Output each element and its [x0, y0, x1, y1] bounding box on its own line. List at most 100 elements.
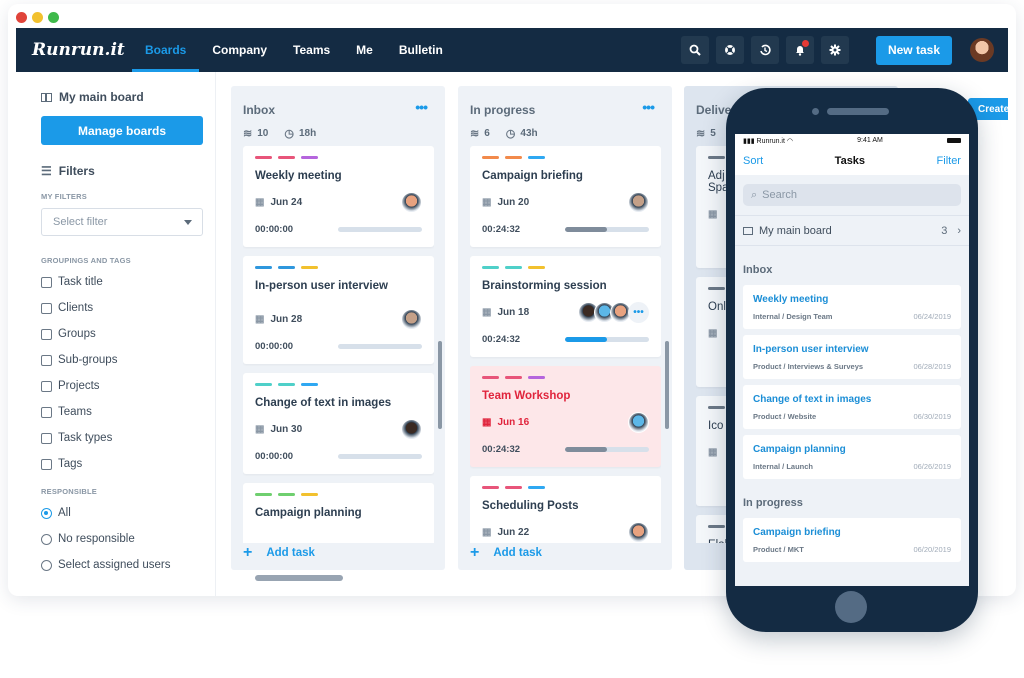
phone-task-date: 06/30/2019 [913, 412, 951, 421]
column-title: In progress [470, 103, 536, 117]
plus-icon: + [243, 544, 253, 561]
calendar-icon: ▦ [482, 527, 492, 538]
task-card[interactable]: Team Workshop ▦ Jun 16 00:24:32 [470, 366, 661, 467]
calendar-check-icon: ▦ [708, 209, 718, 220]
card-assignees [401, 192, 422, 213]
assignee-avatar[interactable] [628, 412, 649, 433]
card-title: Campaign briefing [482, 170, 583, 182]
grouping-checkbox[interactable]: Projects [41, 373, 215, 399]
responsible-radio[interactable]: No responsible [41, 526, 215, 552]
tag-stripe [708, 156, 725, 159]
grouping-checkbox[interactable]: Task title [41, 269, 215, 295]
phone-task-item[interactable]: Campaign planning Internal / Launch 06/26/… [743, 435, 961, 479]
grouping-checkbox[interactable]: Task types [41, 425, 215, 451]
phone-task-item[interactable]: Change of text in images Product / Websit… [743, 385, 961, 429]
grouping-checkbox[interactable]: Clients [41, 295, 215, 321]
assignee-avatar[interactable] [628, 522, 649, 543]
nav-teams[interactable]: Teams [280, 28, 343, 72]
time-tracked: 00:00:00 [255, 451, 294, 462]
card-title: Brainstorming session [482, 280, 607, 292]
task-card[interactable]: Weekly meeting ▦ Jun 24 00:00:00 [243, 146, 434, 247]
grouping-checkbox[interactable]: Sub-groups [41, 347, 215, 373]
grouping-checkbox[interactable]: Teams [41, 399, 215, 425]
groupings-list: Task title Clients Groups Sub-groups Project… [41, 269, 215, 477]
assignee-avatar[interactable] [401, 192, 422, 213]
phone-task-title: Campaign briefing [753, 527, 841, 538]
sort-button[interactable]: Sort [743, 155, 763, 167]
assignee-avatar[interactable] [401, 309, 422, 330]
settings-button[interactable] [820, 36, 849, 64]
grouping-checkbox[interactable]: Groups [41, 321, 215, 347]
due-date: Jun 16 [497, 417, 530, 428]
filter-select[interactable]: Select filter [41, 208, 203, 236]
maximize-window-button[interactable] [48, 12, 59, 23]
column-scrollbar[interactable] [438, 341, 442, 429]
phone-search-input[interactable]: ⌕ Search [743, 184, 961, 206]
close-window-button[interactable] [16, 12, 27, 23]
phone-board-row[interactable]: My main board 3 › [735, 215, 969, 246]
filter-button[interactable]: Filter [937, 155, 961, 167]
due-date: Jun 28 [270, 314, 303, 325]
grouping-checkbox[interactable]: Tags [41, 451, 215, 477]
progress-bar [565, 227, 649, 232]
nav-bulletin[interactable]: Bulletin [386, 28, 456, 72]
more-assignees-button[interactable]: ••• [628, 302, 649, 323]
card-list: Campaign briefing ▦ Jun 20 00:24:32 Brainsto… [470, 146, 661, 543]
tag-stripe [301, 266, 318, 269]
column-scrollbar[interactable] [665, 341, 669, 429]
phone-mockup: ▮▮▮ Runrun.it ◠ 9:41 AM Sort Tasks Filte… [726, 88, 978, 632]
phone-task-sections: Inbox Weekly meeting Internal / Design Tea… [735, 246, 969, 562]
filter-select-placeholder: Select filter [53, 216, 108, 228]
nav-boards[interactable]: Boards [132, 28, 200, 72]
phone-task-item[interactable]: In-person user interview Product / Interv… [743, 335, 961, 379]
card-title: Scheduling Posts [482, 500, 579, 512]
phone-task-item[interactable]: Campaign briefing Product / MKT 06/20/2019 [743, 518, 961, 562]
tag-stripe [482, 266, 499, 269]
time-tracked: 00:24:32 [482, 334, 521, 345]
phone-screen: ▮▮▮ Runrun.it ◠ 9:41 AM Sort Tasks Filte… [735, 134, 969, 586]
board-horizontal-scrollbar[interactable] [255, 575, 343, 581]
responsible-radio[interactable]: All [41, 500, 215, 526]
search-button[interactable] [680, 36, 709, 64]
add-task-button[interactable]: + Add task [470, 544, 542, 562]
task-card[interactable]: Scheduling Posts ▦ Jun 22 [470, 476, 661, 543]
board-count: 3 [941, 224, 948, 237]
phone-task-item[interactable]: Weekly meeting Internal / Design Team 06/2… [743, 285, 961, 329]
task-card[interactable]: Change of text in images ▦ Jun 30 00:00:00 [243, 373, 434, 474]
radio-label: Select assigned users [58, 559, 171, 571]
column-more-button[interactable]: ••• [415, 99, 428, 115]
minimize-window-button[interactable] [32, 12, 43, 23]
card-footer: 00:24:32 [482, 334, 649, 357]
tag-stripe [278, 383, 295, 386]
tag-stripe [505, 376, 522, 379]
checkbox-icon [41, 432, 52, 444]
add-task-button[interactable]: + Add task [243, 544, 315, 562]
nav-me[interactable]: Me [343, 28, 386, 72]
new-task-button[interactable]: New task [875, 35, 952, 65]
task-card[interactable]: Campaign planning [243, 483, 434, 543]
column-more-button[interactable]: ••• [642, 99, 655, 115]
logo[interactable]: Runrun.it [32, 40, 125, 60]
phone-home-button[interactable] [835, 591, 867, 623]
user-avatar[interactable] [970, 38, 994, 62]
assignee-avatar[interactable] [401, 419, 422, 440]
tag-stripe [278, 493, 295, 496]
manage-boards-button[interactable]: Manage boards [41, 116, 203, 145]
history-button[interactable] [750, 36, 779, 64]
card-title: Team Workshop [482, 390, 571, 402]
card-assignees [628, 192, 649, 213]
help-button[interactable] [715, 36, 744, 64]
due-date: Jun 22 [497, 527, 530, 538]
task-card[interactable]: In-person user interview ▦ Jun 28 00:00:00 [243, 256, 434, 364]
nav-company[interactable]: Company [199, 28, 280, 72]
responsible-radio[interactable]: Select assigned users [41, 552, 215, 578]
card-title: In-person user interview [255, 280, 388, 292]
checkbox-label: Clients [58, 302, 94, 314]
current-board[interactable]: My main board [41, 90, 215, 104]
task-card[interactable]: Brainstorming session ▦ Jun 18 ••• 00:24:32 [470, 256, 661, 357]
board-icon [743, 226, 753, 235]
assignee-avatar[interactable] [628, 192, 649, 213]
time-tracked: 00:24:32 [482, 444, 521, 455]
task-card[interactable]: Campaign briefing ▦ Jun 20 00:24:32 [470, 146, 661, 247]
notifications-button[interactable] [785, 36, 814, 64]
